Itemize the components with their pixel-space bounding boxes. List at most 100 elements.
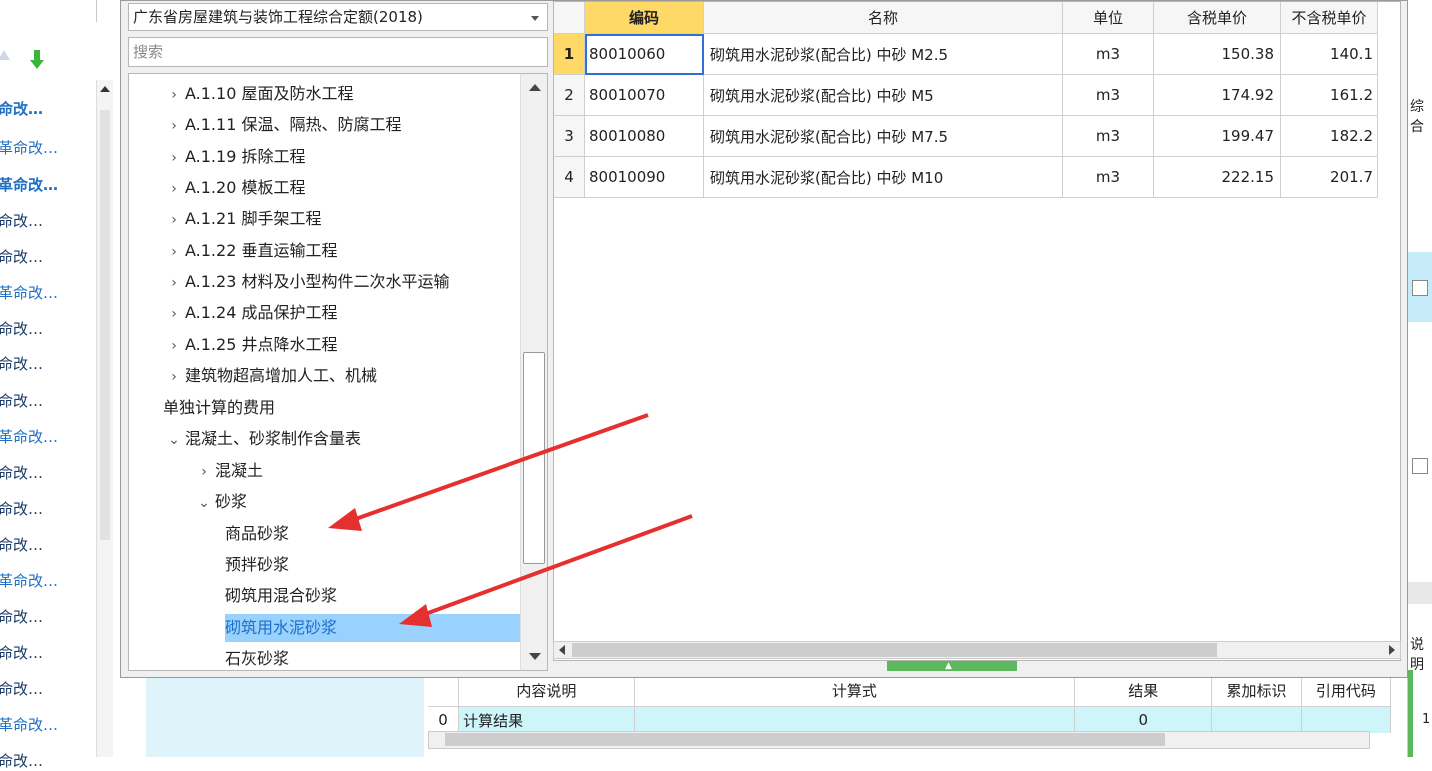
calc-desc-cell[interactable]: 计算结果 [458,706,635,733]
tree-item[interactable]: 商品砂浆 [225,520,521,548]
chevron-right-icon[interactable]: › [163,112,185,140]
tree-item[interactable]: › 混凝土 [193,457,521,485]
tree-item[interactable]: 单独计算的费用 [163,394,521,422]
left-list-item[interactable]: 革命改… [0,174,58,195]
scroll-up-icon[interactable] [529,84,541,91]
calc-horizontal-scrollbar[interactable] [428,731,1370,749]
left-list-item[interactable]: 命改… [0,462,43,483]
price-tax-cell[interactable]: 174.92 [1153,74,1281,116]
tree-item[interactable]: ⌄ 砂浆 [193,488,521,516]
unit-cell[interactable]: m3 [1062,74,1154,116]
tree-item[interactable]: 砌筑用混合砂浆 [225,582,521,610]
table-row[interactable]: 3 80010080 砌筑用水泥砂浆(配合比) 中砂 M7.5 m3 199.47 182… [554,115,1378,157]
price-tax-cell[interactable]: 222.15 [1153,156,1281,198]
chevron-down-icon[interactable]: ⌄ [163,426,185,454]
scroll-up-icon[interactable] [100,86,110,92]
chevron-right-icon[interactable]: › [163,363,185,391]
calc-col-accum[interactable]: 累加标识 [1211,674,1302,707]
name-cell[interactable]: 砌筑用水泥砂浆(配合比) 中砂 M10 [703,156,1063,198]
chevron-right-icon[interactable]: › [163,269,185,297]
chevron-right-icon[interactable]: › [163,238,185,266]
left-list-item[interactable]: 命改… [0,390,43,411]
left-list-item[interactable]: 命改… [0,353,43,374]
unit-cell[interactable]: m3 [1062,33,1154,75]
tree-item[interactable]: › A.1.24 成品保护工程 [163,299,521,327]
unit-cell[interactable]: m3 [1062,115,1154,157]
search-input[interactable] [128,37,548,67]
calc-result-cell[interactable]: 0 [1074,706,1213,733]
calc-col-ref[interactable]: 引用代码 [1301,674,1392,707]
left-scrollbar[interactable] [96,80,113,757]
move-down-icon[interactable] [30,50,44,74]
name-cell[interactable]: 砌筑用水泥砂浆(配合比) 中砂 M7.5 [703,115,1063,157]
scroll-thumb[interactable] [100,110,110,540]
left-list-item[interactable]: 革命改… [0,282,58,303]
tree-item[interactable]: › A.1.25 井点降水工程 [163,331,521,359]
left-list-item[interactable]: 命改… [0,98,43,119]
grid-col-unit[interactable]: 单位 [1062,2,1154,34]
tree-item[interactable]: 预拌砂浆 [225,551,521,579]
right-checkbox-1[interactable] [1412,280,1428,296]
chevron-down-icon[interactable] [531,16,539,21]
chevron-right-icon[interactable]: › [163,206,185,234]
calc-col-desc[interactable]: 内容说明 [458,674,635,707]
grid-col-price-notax[interactable]: 不含税单价 [1280,2,1378,34]
scroll-right-icon[interactable] [1389,645,1395,655]
move-up-icon[interactable] [0,50,10,60]
code-cell[interactable]: 80010070 [584,74,704,116]
tree-item[interactable]: › A.1.19 拆除工程 [163,143,521,171]
grid-col-name[interactable]: 名称 [703,2,1063,34]
grid-col-code[interactable]: 编码 [584,2,704,34]
chevron-right-icon[interactable]: › [163,332,185,360]
left-list-item[interactable]: 命改… [0,246,43,267]
chevron-right-icon[interactable]: › [163,144,185,172]
unit-cell[interactable]: m3 [1062,156,1154,198]
left-list-item[interactable]: 革命改… [0,714,58,735]
chevron-right-icon[interactable]: › [163,175,185,203]
tree-item[interactable]: ⌄ 混凝土、砂浆制作含量表 [163,425,521,453]
price-notax-cell[interactable]: 161.2 [1280,74,1378,116]
chevron-right-icon[interactable]: › [163,300,185,328]
right-checkbox-2[interactable] [1412,458,1428,474]
scroll-thumb[interactable] [572,643,1217,657]
tree-item[interactable]: › A.1.11 保温、隔热、防腐工程 [163,111,521,139]
scroll-thumb[interactable] [523,352,545,564]
left-list-item[interactable]: 革命改… [0,426,58,447]
left-list-item[interactable]: 革命改… [0,570,58,591]
price-tax-cell[interactable]: 150.38 [1153,33,1281,75]
tree-item[interactable]: › A.1.22 垂直运输工程 [163,237,521,265]
tree-item-selected[interactable]: 砌筑用水泥砂浆 [225,614,521,642]
calc-accum-cell[interactable] [1211,706,1302,733]
tree-item[interactable]: 石灰砂浆 [225,645,521,670]
price-notax-cell[interactable]: 140.1 [1280,33,1378,75]
scroll-thumb[interactable] [445,733,1165,746]
chevron-right-icon[interactable]: › [193,458,215,486]
chevron-right-icon[interactable]: › [163,81,185,109]
panel-splitter[interactable]: ▲ [887,661,1017,671]
table-row[interactable]: 2 80010070 砌筑用水泥砂浆(配合比) 中砂 M5 m3 174.92 161.2 [554,74,1378,116]
chevron-down-icon[interactable]: ⌄ [193,489,215,517]
name-cell[interactable]: 砌筑用水泥砂浆(配合比) 中砂 M5 [703,74,1063,116]
table-row[interactable]: 4 80010090 砌筑用水泥砂浆(配合比) 中砂 M10 m3 222.15 201.… [554,156,1378,198]
tree-item[interactable]: › A.1.21 脚手架工程 [163,205,521,233]
calc-col-formula[interactable]: 计算式 [634,674,1076,707]
left-list-item[interactable]: 命改… [0,210,43,231]
left-list-item[interactable]: 命改… [0,678,43,699]
name-cell[interactable]: 砌筑用水泥砂浆(配合比) 中砂 M2.5 [703,33,1063,75]
price-tax-cell[interactable]: 199.47 [1153,115,1281,157]
scroll-left-icon[interactable] [559,645,565,655]
table-row[interactable]: 0 计算结果 0 [428,706,1392,733]
tree-item[interactable]: › A.1.10 屋面及防水工程 [163,80,521,108]
calc-col-result[interactable]: 结果 [1074,674,1213,707]
tree-item[interactable]: › 建筑物超高增加人工、机械 [163,362,521,390]
left-list-item[interactable]: 命改… [0,318,43,339]
tree-scrollbar[interactable] [520,74,547,670]
grid-col-price-tax[interactable]: 含税单价 [1153,2,1281,34]
price-notax-cell[interactable]: 182.2 [1280,115,1378,157]
price-notax-cell[interactable]: 201.7 [1280,156,1378,198]
left-list-item[interactable]: 命改… [0,642,43,663]
scroll-down-icon[interactable] [529,653,541,660]
left-list-item[interactable]: 命改… [0,750,43,771]
quota-select[interactable]: 广东省房屋建筑与装饰工程综合定额(2018) [128,3,548,31]
code-cell[interactable]: 80010060 [584,33,704,75]
